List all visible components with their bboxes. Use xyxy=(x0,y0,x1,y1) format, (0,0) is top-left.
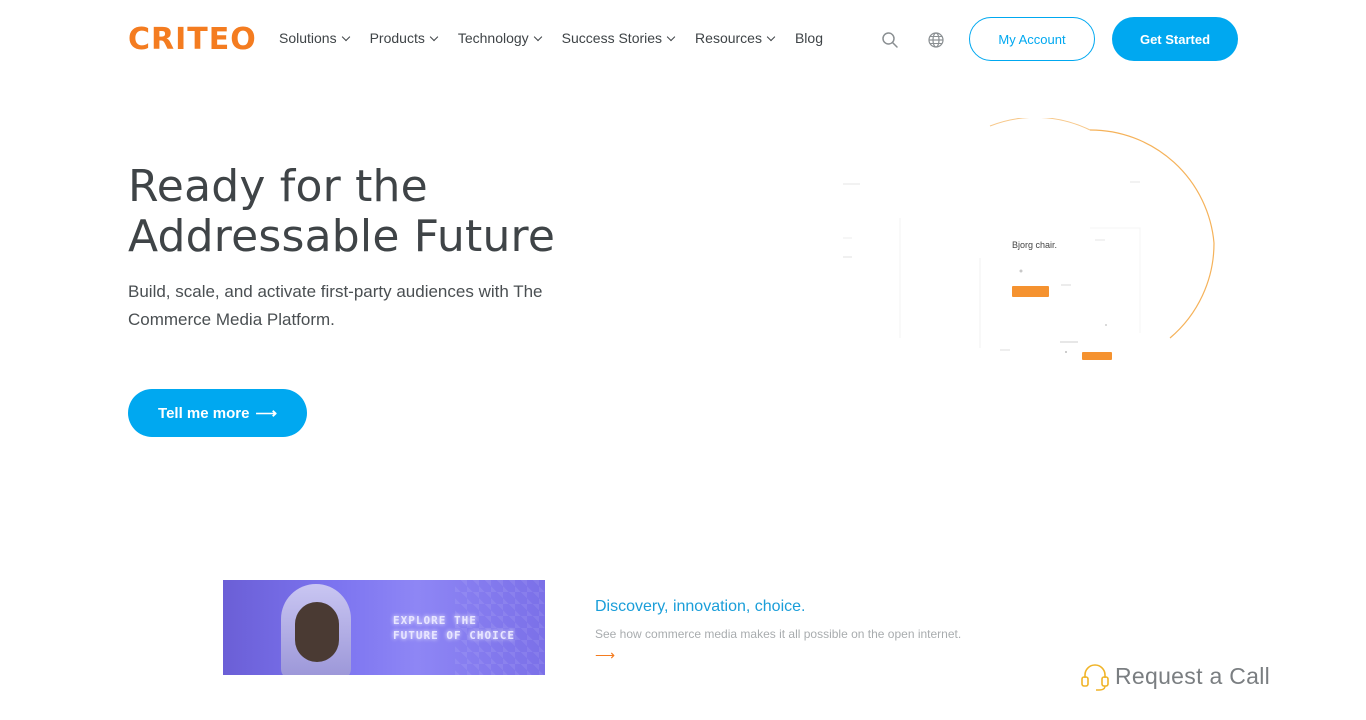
chevron-down-icon xyxy=(341,32,350,41)
button-label: Tell me more xyxy=(158,404,250,422)
nav-item-label: Success Stories xyxy=(561,30,663,46)
face-shape xyxy=(295,602,339,662)
feature-title[interactable]: Discovery, innovation, choice. xyxy=(595,598,805,616)
get-started-button[interactable]: Get Started xyxy=(1112,17,1238,61)
arrow-right-icon: ⟶ xyxy=(255,405,277,422)
banner-text-line: EXPLORE THE xyxy=(393,614,477,627)
nav-item-label: Products xyxy=(369,30,425,46)
globe-icon[interactable] xyxy=(926,30,946,50)
hero-subtitle: Build, scale, and activate first-party a… xyxy=(128,282,543,329)
chevron-down-icon xyxy=(766,32,776,41)
add-to-cart-button xyxy=(1082,352,1112,360)
banner-text-line: FUTURE OF CHOICE xyxy=(393,629,515,642)
nav-item-label: Solutions xyxy=(279,30,337,46)
tell-me-more-button[interactable]: Tell me more ⟶ xyxy=(128,389,307,437)
chevron-down-icon xyxy=(533,32,542,41)
headset-icon xyxy=(1081,664,1109,691)
nav-item-products[interactable]: Products xyxy=(369,30,439,46)
nav-item-success-stories[interactable]: Success Stories xyxy=(561,30,676,46)
nav-item-blog[interactable]: Blog xyxy=(795,30,823,46)
nav-item-label: Resources xyxy=(695,30,762,46)
nav-item-technology[interactable]: Technology xyxy=(457,30,542,46)
my-account-button[interactable]: My Account xyxy=(969,17,1095,61)
nav-item-solutions[interactable]: Solutions xyxy=(279,30,350,46)
feature-banner-image[interactable]: EXPLORE THE FUTURE OF CHOICE xyxy=(223,580,545,675)
hero-title: Ready for the Addressable Future xyxy=(128,162,728,262)
hero-title-line: Ready for the xyxy=(128,161,428,212)
nav-item-resources[interactable]: Resources xyxy=(695,30,776,46)
request-call-button[interactable]: Request a Call xyxy=(1079,660,1270,692)
arrow-right-icon[interactable]: ⟶ xyxy=(595,647,615,664)
criteo-logo[interactable]: CRITEO xyxy=(128,22,257,58)
nav-item-label: Blog xyxy=(794,30,823,46)
nav-item-label: Technology xyxy=(457,30,529,46)
chevron-down-icon xyxy=(666,32,676,41)
feature-description: See how commerce media makes it all poss… xyxy=(595,627,962,641)
search-icon[interactable] xyxy=(880,30,900,50)
add-to-cart-button xyxy=(1012,286,1049,297)
main-nav: Solutions Products Technology Success St… xyxy=(279,30,844,46)
request-call-label: Request a Call xyxy=(1115,662,1271,689)
hero-title-line: Addressable Future xyxy=(128,211,556,262)
banner-text: EXPLORE THE FUTURE OF CHOICE xyxy=(393,613,515,643)
product-name: Bjorg chair. xyxy=(1012,240,1058,250)
chevron-down-icon xyxy=(429,32,439,41)
